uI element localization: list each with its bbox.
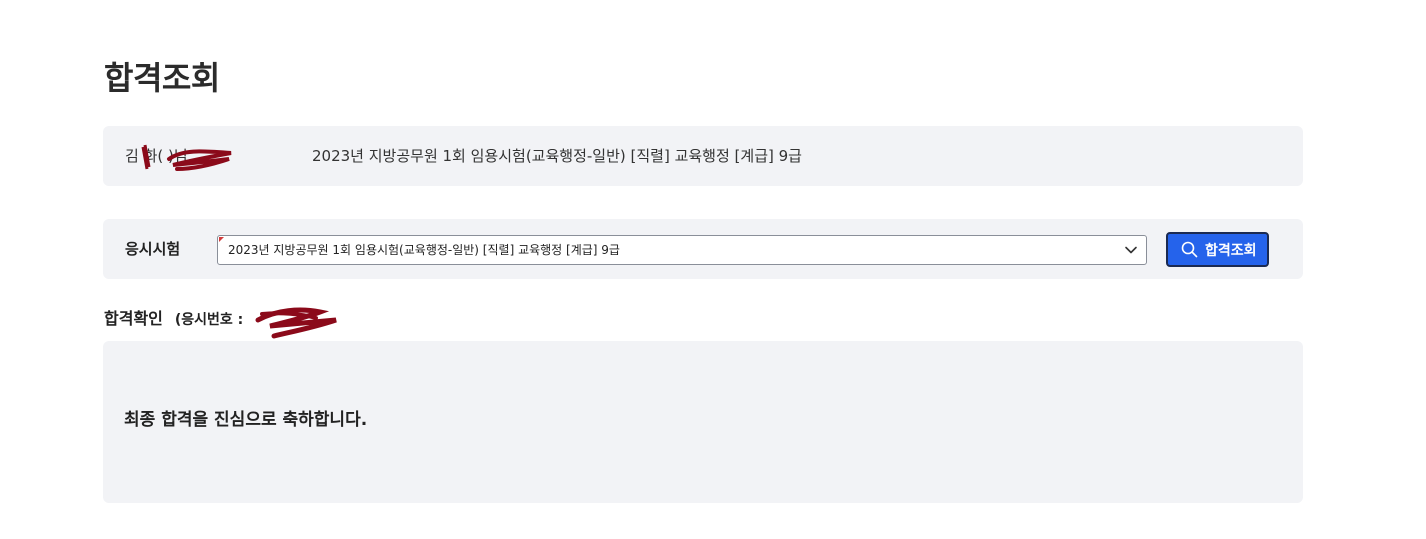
result-section-heading: 합격확인 (응시번호 : xyxy=(104,308,243,331)
exam-number-label: (응시번호 : xyxy=(174,312,244,328)
exam-search-panel: 응시시험 2023년 지방공무원 1회 임용시험(교육행정-일반) [직렬] 교… xyxy=(103,219,1303,279)
search-result-button[interactable]: 합격조회 xyxy=(1166,232,1269,267)
exam-select-label: 응시시험 xyxy=(125,240,181,258)
applicant-exam-description: 2023년 지방공무원 1회 임용시험(교육행정-일반) [직렬] 교육행정 [… xyxy=(312,147,802,165)
result-message: 최종 합격을 진심으로 축하합니다. xyxy=(124,410,368,430)
chevron-down-icon[interactable] xyxy=(1124,243,1138,257)
exam-select[interactable]: 2023년 지방공무원 1회 임용시험(교육행정-일반) [직렬] 교육행정 [… xyxy=(217,235,1147,265)
exam-select-value: 2023년 지방공무원 1회 임용시험(교육행정-일반) [직렬] 교육행정 [… xyxy=(228,243,620,257)
search-button-label: 합격조회 xyxy=(1205,242,1257,258)
required-marker xyxy=(219,237,224,242)
applicant-info-panel: 김 화( )님. 2023년 지방공무원 1회 임용시험(교육행정-일반) [직… xyxy=(103,126,1303,186)
result-heading-title: 합격확인 xyxy=(104,309,163,328)
search-icon xyxy=(1181,241,1198,258)
redaction-scribble xyxy=(255,307,337,339)
result-panel: 최종 합격을 진심으로 축하합니다. xyxy=(103,341,1303,503)
page: 합격조회 김 화( )님. 2023년 지방공무원 1회 임용시험(교육행정-일… xyxy=(0,0,1426,539)
applicant-name: 김 화( )님. xyxy=(125,147,193,165)
page-title: 합격조회 xyxy=(104,59,220,97)
